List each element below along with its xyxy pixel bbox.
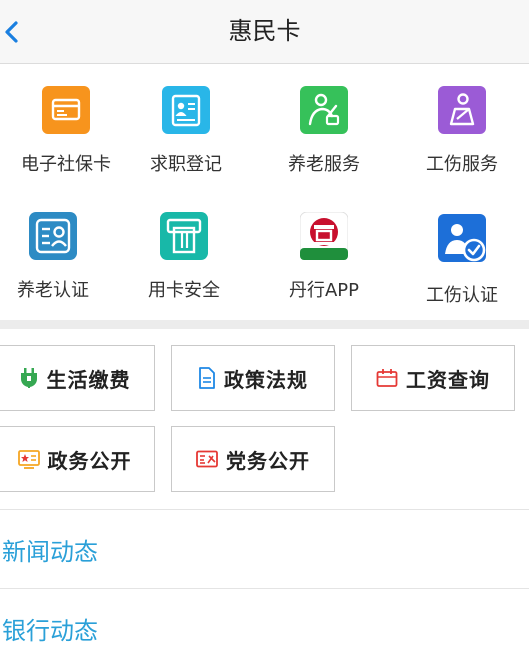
bank-news-link-label: 银行动态 [2, 617, 98, 645]
service-item-pension-verification[interactable]: 养老认证 [0, 192, 119, 320]
government-affairs-icon [17, 450, 40, 469]
service-label: 丹行APP [288, 280, 360, 301]
service-label: 工伤服务 [426, 154, 498, 175]
service-label: 求职登记 [150, 154, 222, 175]
news-link-label: 新闻动态 [2, 538, 98, 566]
tile-party-affairs[interactable]: 党务公开 [171, 426, 335, 492]
work-injury-service-icon [438, 86, 486, 134]
tile-label: 生活缴费 [46, 367, 131, 392]
page-title: 惠民卡 [228, 17, 301, 45]
tile-government-affairs[interactable]: 政务公开 [0, 426, 155, 492]
tile-label: 政务公开 [47, 448, 132, 473]
service-label: 电子社保卡 [21, 154, 111, 175]
tile-policies-regulations[interactable]: 政策法规 [171, 345, 335, 411]
utility-payment-icon [20, 368, 37, 388]
nav-bar: 惠民卡 [0, 0, 529, 64]
pension-verification-icon [29, 212, 77, 260]
section-divider [0, 320, 529, 329]
service-item-bank-app[interactable]: 丹行APP [258, 192, 390, 320]
tile-label: 党务公开 [226, 448, 310, 473]
document-icon [199, 367, 215, 389]
service-item-work-injury-service[interactable]: 工伤服务 [396, 64, 528, 192]
service-item-job-registration[interactable]: 求职登记 [120, 64, 252, 192]
service-label: 工伤认证 [426, 285, 498, 306]
service-item-social-security-card[interactable]: 电子社保卡 [0, 64, 132, 192]
salary-query-icon [376, 369, 398, 387]
service-label: 养老认证 [17, 280, 89, 301]
job-registration-icon [162, 86, 210, 134]
card-security-icon [160, 212, 208, 260]
tile-label: 政策法规 [224, 367, 308, 392]
service-item-card-security[interactable]: 用卡安全 [118, 192, 250, 320]
injury-verification-icon [438, 214, 486, 262]
news-link[interactable]: 新闻动态 [0, 510, 529, 588]
bank-app-icon [300, 212, 348, 260]
party-affairs-icon [196, 450, 218, 468]
elderly-service-icon [300, 86, 348, 134]
tile-salary-query[interactable]: 工资查询 [351, 345, 515, 411]
service-item-elderly-service[interactable]: 养老服务 [258, 64, 390, 192]
service-label: 养老服务 [288, 154, 360, 175]
service-grid: 电子社保卡 求职登记 养老服务 工伤服务 养老认证 用卡安全 丹行APP 工伤认… [0, 64, 529, 320]
tile-utility-payment[interactable]: 生活缴费 [0, 345, 155, 411]
service-label: 用卡安全 [148, 280, 220, 301]
service-item-injury-verification[interactable]: 工伤认证 [396, 192, 528, 320]
tile-label: 工资查询 [406, 367, 490, 392]
social-security-card-icon [42, 86, 90, 134]
bank-news-link[interactable]: 银行动态 [0, 589, 529, 661]
